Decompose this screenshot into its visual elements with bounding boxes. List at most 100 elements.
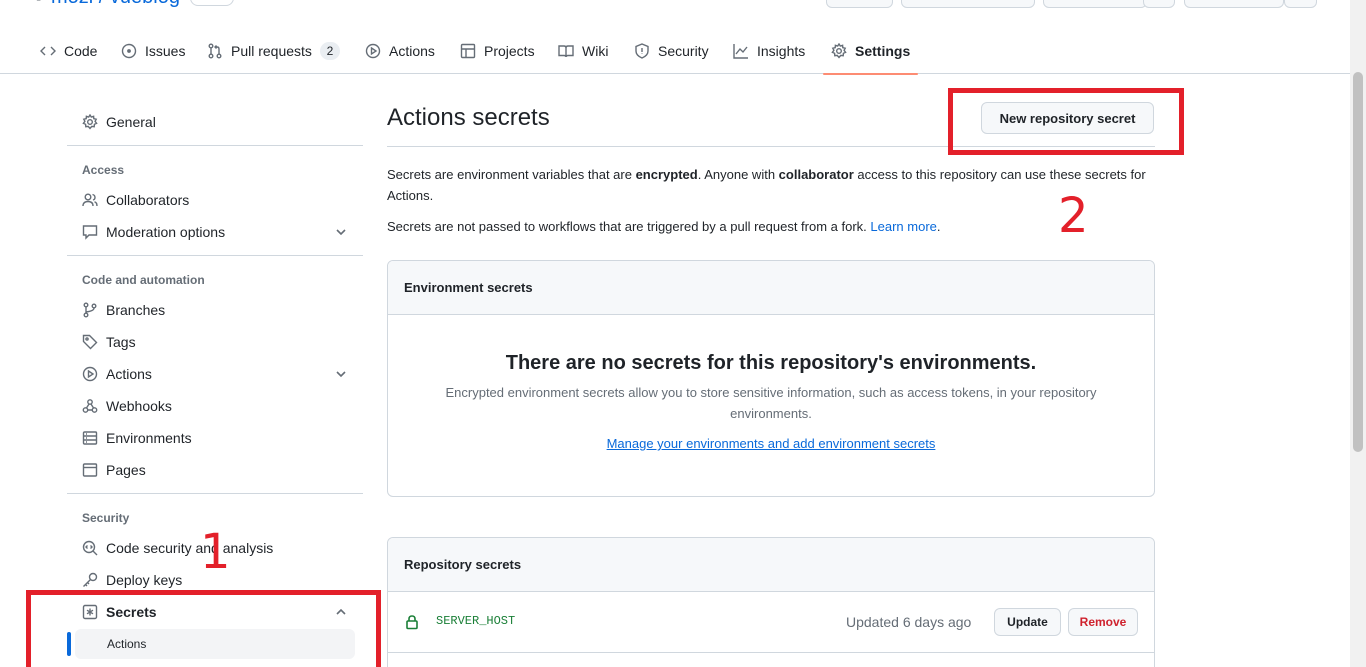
visibility-badge: [189, 0, 234, 6]
repo-title[interactable]: ▫ mozi / vueblog: [36, 0, 234, 9]
fork-button[interactable]: [901, 0, 1035, 8]
page-scrollbar[interactable]: [1350, 0, 1366, 667]
sidebar-item-tags[interactable]: Tags: [67, 326, 363, 358]
more-dropdown-button[interactable]: [1284, 0, 1317, 8]
sidebar-heading-access: Access: [82, 163, 125, 177]
issue-icon: [121, 43, 137, 59]
repo-name[interactable]: vueblog: [110, 0, 180, 8]
sidebar-item-branches[interactable]: Branches: [67, 294, 363, 326]
annotation-box-2: [948, 88, 1184, 155]
sidebar-divider: [67, 255, 363, 256]
watch-button[interactable]: [826, 0, 893, 8]
sidebar-item-label: Environments: [106, 430, 192, 446]
sidebar-divider: [67, 493, 363, 494]
repository-secrets-box: Repository secrets SERVER_HOST Updated 6…: [387, 537, 1155, 667]
branch-icon: [83, 302, 97, 318]
environment-secrets-box: Environment secrets There are no secrets…: [387, 260, 1155, 497]
sidebar-item-webhooks[interactable]: Webhooks: [67, 390, 363, 422]
sponsor-button[interactable]: [1184, 0, 1284, 8]
star-dropdown-button[interactable]: [1143, 0, 1175, 8]
tab-label: Issues: [145, 43, 186, 59]
gear-icon: [82, 114, 98, 130]
sidebar-item-collaborators[interactable]: Collaborators: [67, 184, 363, 216]
tab-label: Pull requests: [231, 43, 312, 59]
tab-insights[interactable]: Insights: [733, 28, 805, 74]
secret-name: SERVER_HOST: [436, 614, 516, 628]
server-icon: [82, 431, 98, 445]
sidebar-heading-code-automation: Code and automation: [82, 273, 205, 287]
fork-note: Secrets are not passed to workflows that…: [387, 219, 941, 234]
tab-security[interactable]: Security: [634, 28, 709, 74]
book-icon: [558, 45, 574, 58]
sidebar-item-label: Code security and analysis: [106, 540, 274, 556]
update-secret-button[interactable]: Update: [994, 608, 1061, 636]
tab-label: Wiki: [582, 43, 609, 59]
tab-projects[interactable]: Projects: [460, 28, 535, 74]
comment-icon: [82, 225, 98, 240]
pull-request-icon: [208, 43, 222, 59]
environment-secrets-header: Environment secrets: [388, 261, 1154, 315]
sidebar-item-actions[interactable]: Actions: [67, 358, 363, 390]
tab-label: Settings: [855, 43, 911, 59]
tab-actions[interactable]: Actions: [365, 28, 435, 74]
sidebar-item-general[interactable]: General: [67, 106, 363, 138]
tab-label: Security: [658, 43, 709, 59]
repo-type-icon: ▫: [36, 0, 41, 6]
scrollbar-thumb[interactable]: [1353, 72, 1363, 452]
sidebar-item-moderation[interactable]: Moderation options: [67, 216, 363, 248]
shield-icon: [635, 43, 649, 59]
chevron-down-icon[interactable]: [335, 226, 347, 238]
manage-environments-link[interactable]: Manage your environments and add environ…: [388, 436, 1154, 451]
repo-header: ▫ mozi / vueblog: [0, 0, 1350, 10]
remove-secret-button[interactable]: Remove: [1068, 608, 1138, 636]
repo-separator: /: [99, 0, 105, 8]
learn-more-link[interactable]: Learn more: [870, 219, 936, 234]
page-title: Actions secrets: [387, 104, 550, 131]
key-icon: [83, 572, 98, 587]
annotation-number-2: 2: [1058, 188, 1089, 244]
gear-icon: [831, 43, 847, 59]
sidebar-item-label: General: [106, 114, 156, 130]
tab-pull-requests[interactable]: Pull requests 2: [207, 28, 340, 74]
code-icon: [40, 46, 56, 56]
webhook-icon: [82, 399, 98, 413]
tab-issues[interactable]: Issues: [121, 28, 185, 74]
tab-label: Code: [64, 43, 98, 59]
play-icon: [82, 366, 98, 382]
sidebar-item-label: Tags: [106, 334, 136, 350]
repo-owner[interactable]: mozi: [51, 0, 93, 8]
browser-icon: [82, 463, 98, 477]
tab-label: Actions: [389, 43, 435, 59]
codescan-icon: [82, 540, 98, 556]
star-button[interactable]: [1043, 0, 1147, 8]
blankslate-title: There are no secrets for this repository…: [505, 352, 1037, 374]
graph-icon: [733, 44, 748, 59]
row-divider: [388, 652, 1154, 653]
sidebar-item-environments[interactable]: Environments: [67, 422, 363, 454]
annotation-box-1: [26, 590, 381, 667]
tab-label: Projects: [484, 43, 535, 59]
pull-request-count: 2: [319, 42, 340, 60]
sidebar-item-label: Branches: [106, 302, 166, 318]
tab-wiki[interactable]: Wiki: [558, 28, 608, 74]
sidebar-item-pages[interactable]: Pages: [67, 454, 363, 486]
repository-secrets-header: Repository secrets: [388, 538, 1154, 592]
sidebar-item-label: Webhooks: [106, 398, 172, 414]
tab-settings[interactable]: Settings: [822, 28, 919, 75]
sidebar-item-label: Pages: [106, 462, 146, 478]
tag-icon: [82, 334, 98, 350]
tab-label: Insights: [757, 43, 806, 59]
tab-code[interactable]: Code: [40, 28, 97, 74]
sidebar-heading-security: Security: [82, 511, 130, 525]
secret-row: SERVER_HOST Updated 6 days ago Update Re…: [388, 592, 1154, 652]
sidebar-item-label: Moderation options: [106, 224, 226, 240]
sidebar-item-label: Collaborators: [106, 192, 190, 208]
play-icon: [365, 43, 381, 59]
people-icon: [82, 193, 98, 207]
chevron-down-icon[interactable]: [335, 368, 347, 380]
lock-icon: [406, 615, 418, 630]
repo-nav-tabs: Code Issues Pull requests 2 Actions Proj…: [0, 28, 1350, 75]
intro-text: Secrets are environment variables that a…: [387, 167, 1146, 203]
sidebar-item-label: Actions: [106, 366, 152, 382]
table-icon: [460, 43, 476, 59]
